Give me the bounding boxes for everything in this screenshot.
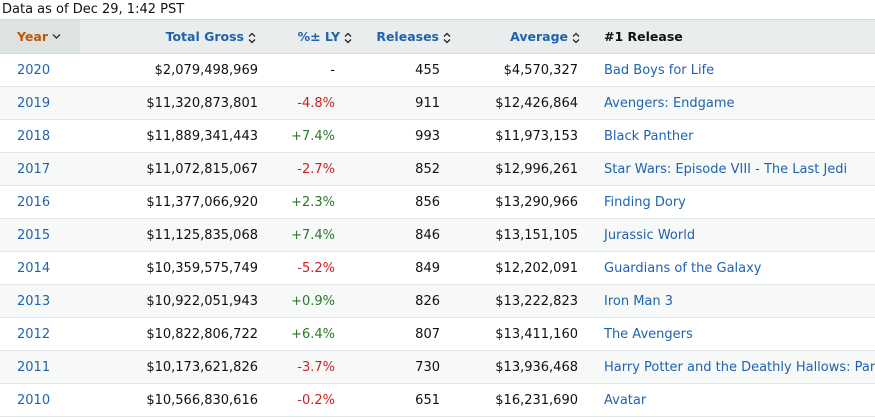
column-header-pct-ly-label: %± LY [297,29,340,44]
total-gross-cell: $11,320,873,801 [80,86,266,120]
releases-cell: 455 [376,53,489,87]
releases-cell: 856 [376,185,489,219]
average-cell: $12,426,864 [489,86,590,120]
column-header-total-gross[interactable]: Total Gross [80,19,266,54]
sort-toggle-icon [248,32,256,44]
year-link[interactable]: 2011 [0,350,80,384]
total-gross-cell: $10,922,051,943 [80,284,266,318]
yearly-box-office-table: Year Total Gross %± LY Releases Average … [0,19,875,417]
column-header-average-label: Average [510,29,568,44]
year-link[interactable]: 2017 [0,152,80,186]
average-cell: $12,202,091 [489,251,590,285]
pct-ly-cell: -5.2% [266,251,376,285]
column-header-year[interactable]: Year [0,19,80,54]
pct-ly-cell: +0.9% [266,284,376,318]
total-gross-cell: $11,125,835,068 [80,218,266,252]
pct-ly-cell: -0.2% [266,383,376,417]
year-link[interactable]: 2019 [0,86,80,120]
releases-cell: 807 [376,317,489,351]
releases-cell: 826 [376,284,489,318]
pct-ly-cell: +7.4% [266,218,376,252]
pct-ly-cell: +7.4% [266,119,376,153]
pct-ly-cell: +2.3% [266,185,376,219]
average-cell: $11,973,153 [489,119,590,153]
total-gross-cell: $10,822,806,722 [80,317,266,351]
year-link[interactable]: 2018 [0,119,80,153]
releases-cell: 651 [376,383,489,417]
top-release-link[interactable]: Iron Man 3 [590,284,875,318]
table-row: 2019 $11,320,873,801 -4.8% 911 $12,426,864 Av… [0,86,875,120]
total-gross-cell: $11,889,341,443 [80,119,266,153]
total-gross-cell: $11,072,815,067 [80,152,266,186]
average-cell: $13,411,160 [489,317,590,351]
releases-cell: 852 [376,152,489,186]
column-header-total-gross-label: Total Gross [165,29,244,44]
total-gross-cell: $10,173,621,826 [80,350,266,384]
table-row: 2014 $10,359,575,749 -5.2% 849 $12,202,091 Gu… [0,251,875,285]
total-gross-cell: $10,566,830,616 [80,383,266,417]
average-cell: $13,936,468 [489,350,590,384]
top-release-link[interactable]: Harry Potter and the Deathly Hallows: Pa… [590,350,875,384]
sort-descending-icon [52,33,61,43]
year-link[interactable]: 2015 [0,218,80,252]
total-gross-cell: $10,359,575,749 [80,251,266,285]
releases-cell: 849 [376,251,489,285]
column-header-top-release: #1 Release [590,19,875,54]
pct-ly-cell: -4.8% [266,86,376,120]
average-cell: $16,231,690 [489,383,590,417]
average-cell: $13,290,966 [489,185,590,219]
column-header-releases-label: Releases [376,29,439,44]
year-link[interactable]: 2010 [0,383,80,417]
average-cell: $13,222,823 [489,284,590,318]
total-gross-cell: $2,079,498,969 [80,53,266,87]
releases-cell: 730 [376,350,489,384]
top-release-link[interactable]: The Avengers [590,317,875,351]
year-link[interactable]: 2012 [0,317,80,351]
table-header-row: Year Total Gross %± LY Releases Average … [0,19,875,54]
top-release-link[interactable]: Jurassic World [590,218,875,252]
pct-ly-cell: +6.4% [266,317,376,351]
total-gross-cell: $11,377,066,920 [80,185,266,219]
year-link[interactable]: 2014 [0,251,80,285]
top-release-link[interactable]: Finding Dory [590,185,875,219]
column-header-year-label: Year [17,29,48,44]
average-cell: $12,996,261 [489,152,590,186]
data-timestamp: Data as of Dec 29, 1:42 PST [2,2,185,17]
average-cell: $13,151,105 [489,218,590,252]
table-row: 2010 $10,566,830,616 -0.2% 651 $16,231,690 Av… [0,383,875,417]
table-row: 2016 $11,377,066,920 +2.3% 856 $13,290,966 Fi… [0,185,875,219]
releases-cell: 911 [376,86,489,120]
top-release-link[interactable]: Guardians of the Galaxy [590,251,875,285]
top-release-link[interactable]: Avatar [590,383,875,417]
top-release-link[interactable]: Bad Boys for Life [590,53,875,87]
table-row: 2013 $10,922,051,943 +0.9% 826 $13,222,823 Ir… [0,284,875,318]
table-row: 2017 $11,072,815,067 -2.7% 852 $12,996,261 St… [0,152,875,186]
year-link[interactable]: 2013 [0,284,80,318]
table-row: 2012 $10,822,806,722 +6.4% 807 $13,411,160 Th… [0,317,875,351]
top-release-link[interactable]: Star Wars: Episode VIII - The Last Jedi [590,152,875,186]
table-row: 2020 $2,079,498,969-455 $4,570,327 Bad Boys… [0,53,875,87]
pct-ly-cell: -2.7% [266,152,376,186]
releases-cell: 993 [376,119,489,153]
top-release-link[interactable]: Avengers: Endgame [590,86,875,120]
table-body: 2020 $2,079,498,969-455 $4,570,327 Bad Boys… [0,53,875,417]
table-row: 2015 $11,125,835,068 +7.4% 846 $13,151,105 Ju… [0,218,875,252]
releases-cell: 846 [376,218,489,252]
column-header-pct-ly[interactable]: %± LY [266,19,376,54]
table-row: 2018 $11,889,341,443 +7.4% 993 $11,973,153 Bl… [0,119,875,153]
year-link[interactable]: 2020 [0,53,80,87]
sort-toggle-icon [443,32,451,44]
average-cell: $4,570,327 [489,53,590,87]
pct-ly-cell: - [266,53,376,87]
top-release-link[interactable]: Black Panther [590,119,875,153]
table-row: 2011 $10,173,621,826 -3.7% 730 $13,936,468 Ha… [0,350,875,384]
column-header-releases[interactable]: Releases [376,19,489,54]
pct-ly-cell: -3.7% [266,350,376,384]
year-link[interactable]: 2016 [0,185,80,219]
column-header-average[interactable]: Average [489,19,590,54]
sort-toggle-icon [344,32,352,44]
sort-toggle-icon [572,32,580,44]
